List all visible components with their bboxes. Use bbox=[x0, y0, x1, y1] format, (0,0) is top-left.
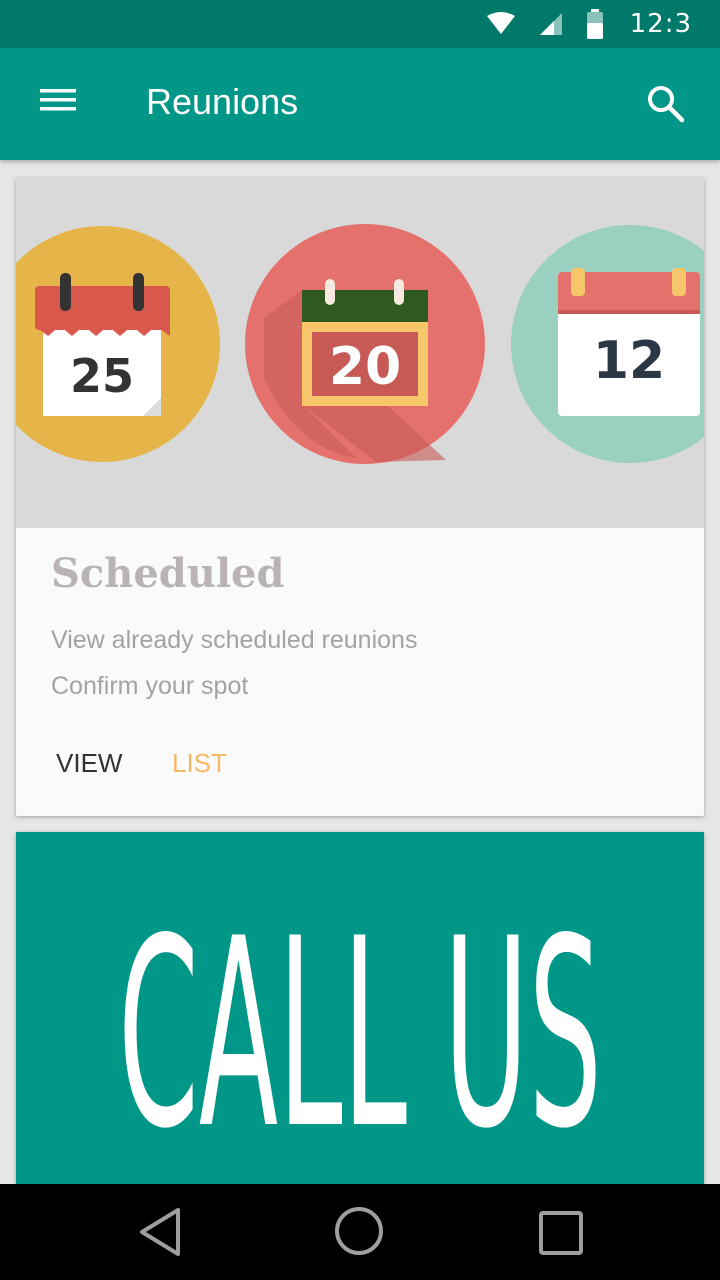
signal-icon bbox=[538, 11, 564, 37]
calendar-icon: 12 bbox=[511, 225, 704, 463]
back-icon[interactable] bbox=[136, 1206, 184, 1262]
recents-icon[interactable] bbox=[538, 1210, 584, 1260]
search-icon[interactable] bbox=[646, 84, 686, 124]
app-bar: Reunions bbox=[0, 48, 720, 160]
home-icon[interactable] bbox=[334, 1206, 384, 1260]
card-title: Scheduled bbox=[51, 550, 285, 597]
clock: 12:3 bbox=[629, 9, 692, 39]
wifi-icon bbox=[486, 12, 516, 36]
scheduled-card[interactable]: 25 20 12 Scheduled View already schedule… bbox=[16, 178, 704, 816]
call-us-card[interactable]: CALL US bbox=[16, 832, 704, 1192]
calendar-day-20: 20 bbox=[329, 337, 401, 397]
status-bar: 12:3 bbox=[0, 0, 720, 48]
calendar-icon: 25 bbox=[16, 226, 220, 462]
list-button[interactable]: LIST bbox=[172, 748, 227, 779]
calendar-day-25: 25 bbox=[70, 349, 134, 403]
battery-icon bbox=[586, 9, 604, 39]
navigation-bar bbox=[0, 1184, 720, 1280]
calendar-icon: 20 bbox=[245, 224, 485, 464]
view-button[interactable]: VIEW bbox=[56, 748, 122, 779]
calendar-day-12: 12 bbox=[593, 331, 665, 391]
call-us-banner: CALL US bbox=[118, 884, 602, 1186]
call-us-text: CALL US bbox=[118, 884, 602, 1186]
card-description-line: View already scheduled reunions bbox=[51, 626, 418, 654]
card-description-line: Confirm your spot bbox=[51, 672, 249, 700]
page-title: Reunions bbox=[146, 81, 299, 122]
card-media: 25 20 12 bbox=[16, 178, 704, 528]
hamburger-menu-icon[interactable] bbox=[40, 88, 76, 118]
